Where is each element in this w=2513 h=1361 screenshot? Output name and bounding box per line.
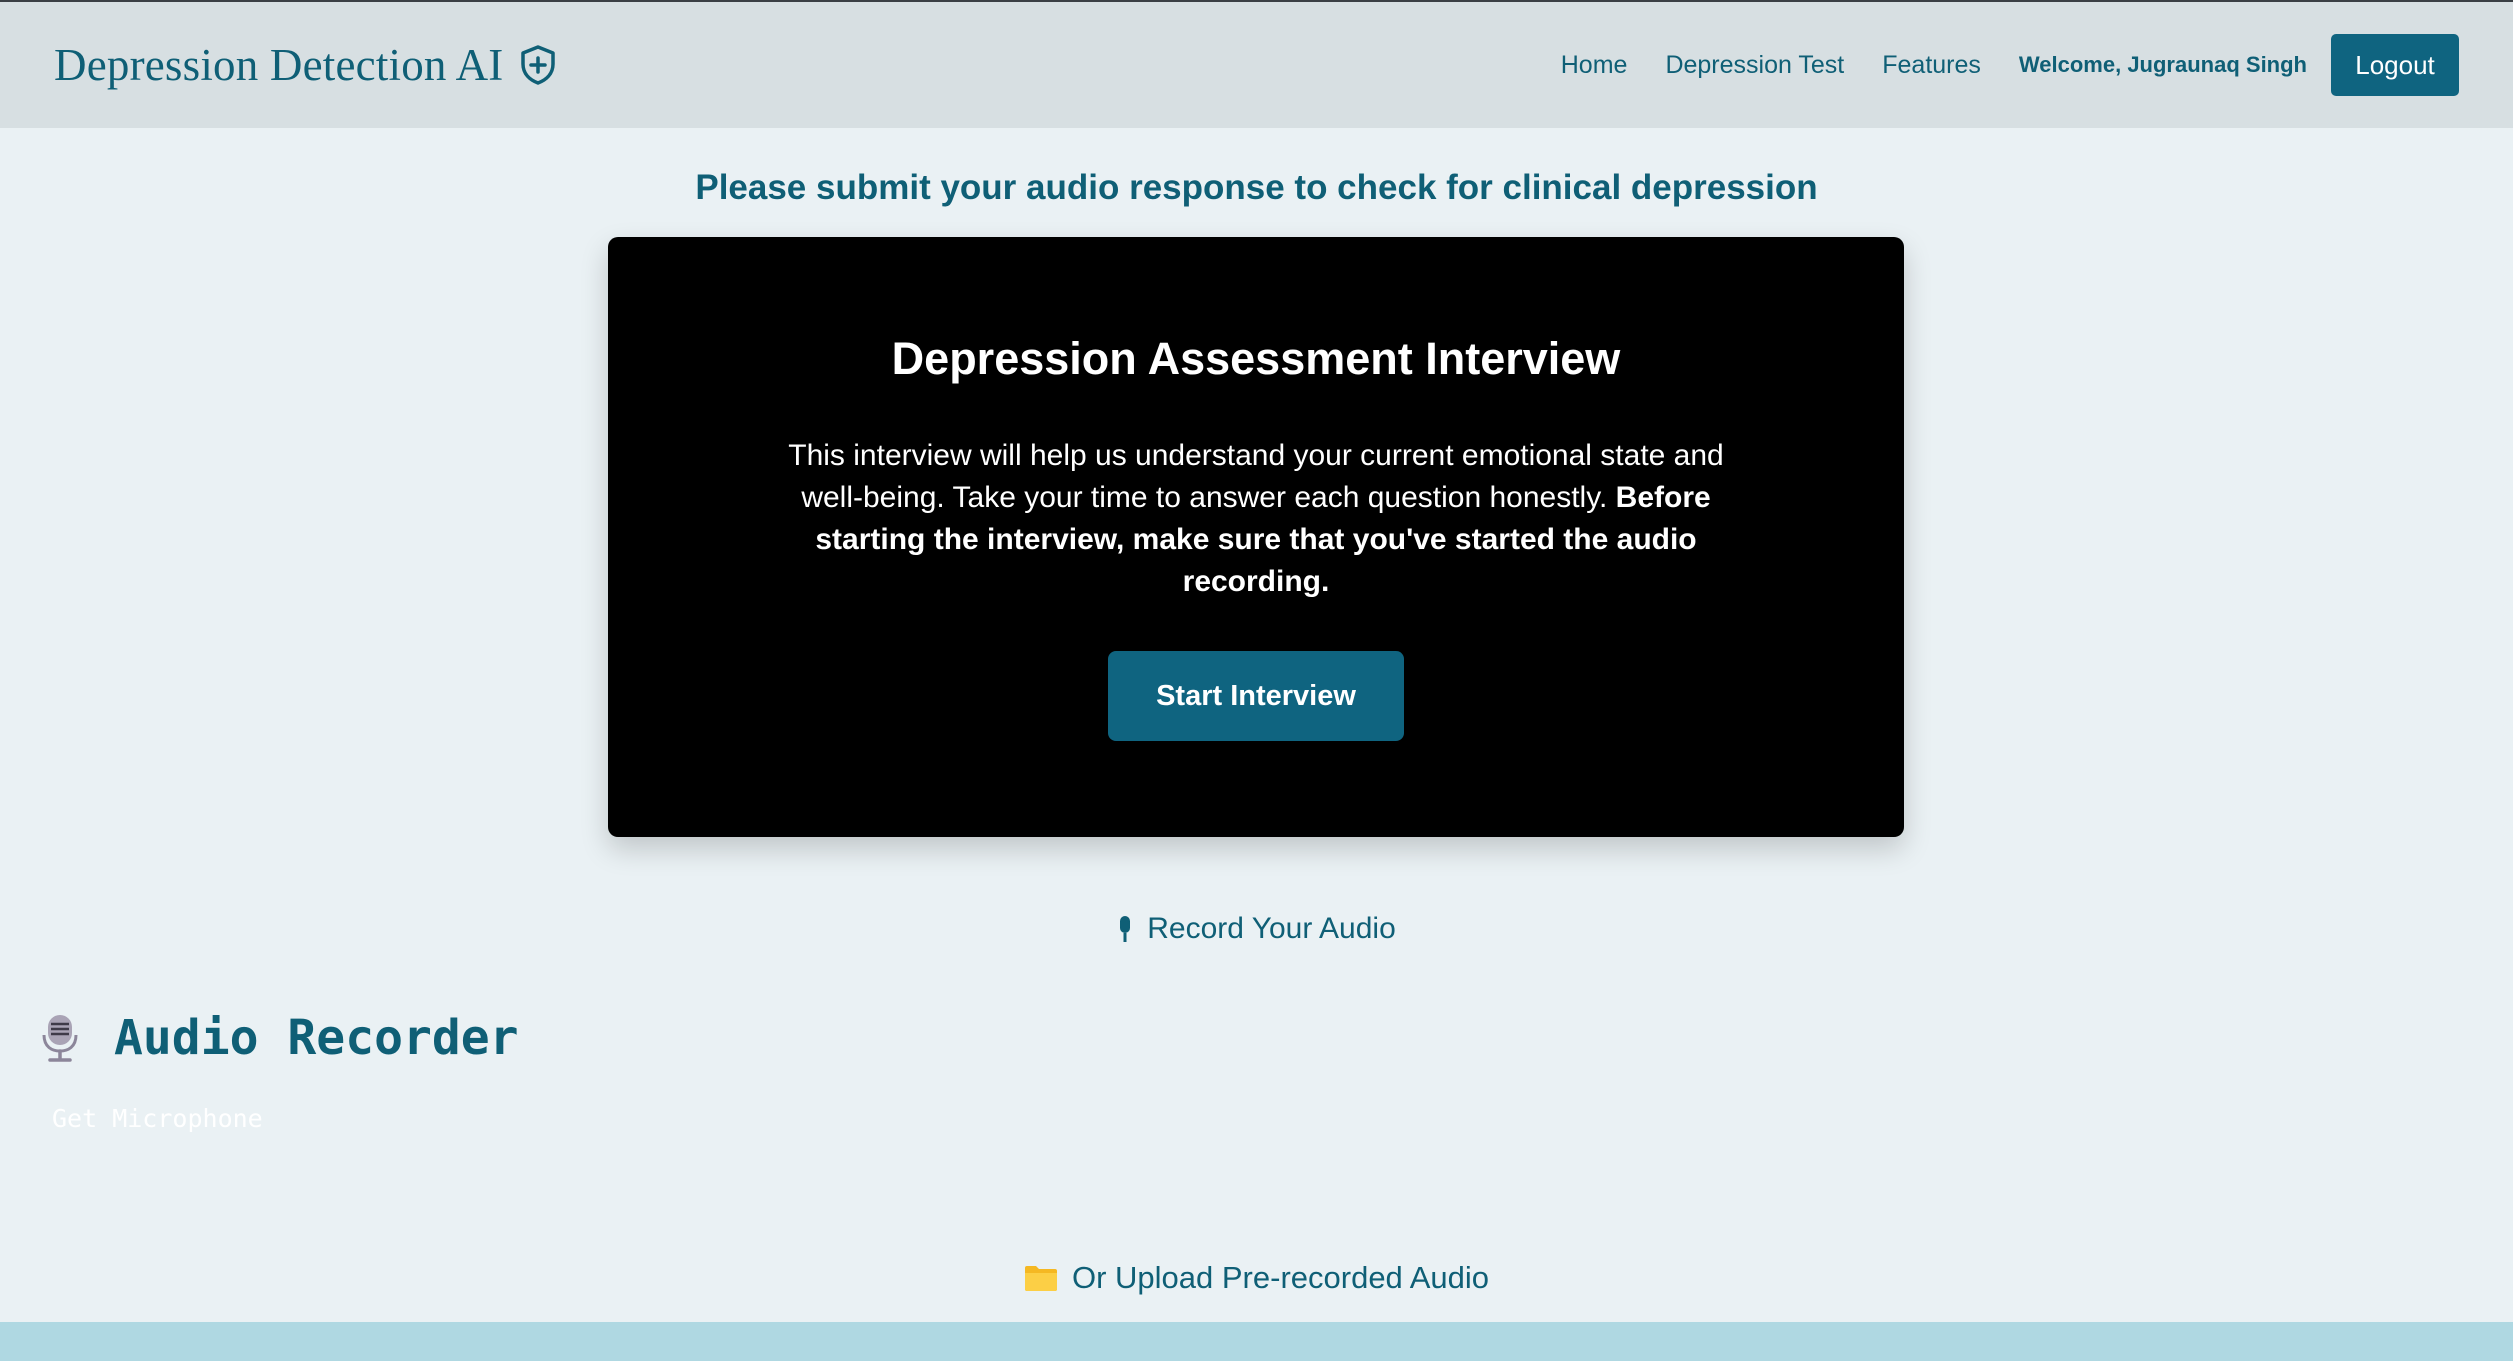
welcome-text: Welcome, Jugraunaq Singh	[2018, 52, 2307, 77]
record-audio-label[interactable]: Record Your Audio	[1147, 912, 1396, 946]
record-audio-link[interactable]: Record Your Audio	[0, 912, 2513, 946]
interview-card: Depression Assessment Interview This int…	[608, 237, 1904, 837]
brand[interactable]: Depression Detection AI	[54, 39, 557, 91]
get-microphone-button[interactable]: Get Microphone	[52, 1104, 263, 1133]
nav-link-features[interactable]: Features	[1882, 51, 1981, 80]
audio-recorder-title: Audio Recorder	[114, 1010, 519, 1066]
nav-link-depression-test[interactable]: Depression Test	[1665, 51, 1844, 80]
folder-icon	[1024, 1266, 1057, 1291]
upload-audio-label[interactable]: Or Upload Pre-recorded Audio	[1072, 1260, 1489, 1296]
card-description: This interview will help us understand y…	[776, 435, 1736, 603]
upload-section-band	[0, 1322, 2513, 1361]
studio-microphone-icon	[42, 1015, 78, 1062]
card-title: Depression Assessment Interview	[891, 333, 1621, 384]
nav-link-home[interactable]: Home	[1561, 51, 1628, 80]
upload-audio-link[interactable]: Or Upload Pre-recorded Audio	[0, 1260, 2513, 1296]
page-subtitle: Please submit your audio response to che…	[695, 168, 1818, 207]
navbar: Depression Detection AI Home Depression …	[0, 2, 2513, 128]
card-description-plain: This interview will help us understand y…	[788, 439, 1724, 514]
microphone-icon	[1120, 916, 1131, 942]
logout-button[interactable]: Logout	[2331, 34, 2459, 96]
shield-plus-icon	[521, 45, 556, 85]
brand-title[interactable]: Depression Detection AI	[54, 39, 503, 91]
start-interview-button[interactable]: Start Interview	[1108, 651, 1404, 741]
audio-recorder-header: Audio Recorder	[40, 1010, 519, 1066]
nav-links: Home Depression Test Features Welcome, J…	[1523, 34, 2459, 96]
